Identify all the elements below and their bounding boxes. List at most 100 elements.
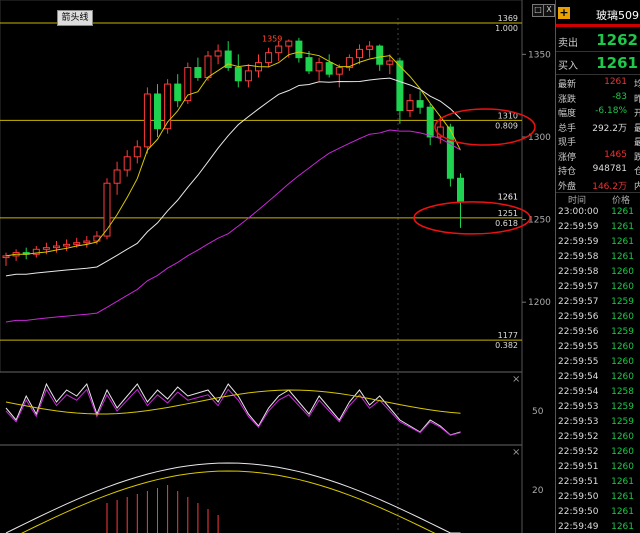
candle-body <box>73 242 81 245</box>
indicator1-axis-label: 50 <box>532 407 544 417</box>
stat-label: 总手 <box>558 123 577 134</box>
macd-line <box>5 462 461 533</box>
tick-time: 22:59:54 <box>558 372 599 382</box>
tick-price: 1261 <box>611 237 634 247</box>
stat-extra-label: 最 <box>634 121 640 134</box>
tick-time: 22:59:56 <box>558 327 599 337</box>
tick-row: 22:59:53 1259 <box>556 417 640 431</box>
tick-price: 1259 <box>611 297 634 307</box>
stat-row: 涨跌 -83 昨 <box>556 92 640 106</box>
tick-time: 22:59:58 <box>558 252 599 262</box>
tick-row: 22:59:55 1260 <box>556 357 640 371</box>
candle-body <box>53 245 60 249</box>
quote-panel: + 玻璃509(F 卖出 1262 买入 1261 最新 1261 均涨跌 -83 昨幅… <box>555 0 640 533</box>
tick-time: 22:59:54 <box>558 387 599 397</box>
stat-row: 涨停 1465 跌 <box>556 150 640 164</box>
contract-name: 玻璃509(F <box>596 9 640 22</box>
stat-label: 涨停 <box>558 152 577 163</box>
stat-row: 幅度 -6.18% 开 <box>556 106 640 120</box>
tick-header-price: 价格 <box>612 196 631 206</box>
buy-label: 买入 <box>558 61 578 72</box>
candle-body <box>234 67 242 82</box>
fib-ratio-label: 0.809 <box>495 121 518 130</box>
tick-row: 22:59:51 1260 <box>556 462 640 476</box>
stat-extra-label: 跌 <box>634 150 640 163</box>
tick-time: 22:59:50 <box>558 507 599 517</box>
price-axis-label: 1350 <box>528 50 551 60</box>
stat-value: 1261 <box>604 77 627 87</box>
candle-body <box>42 247 50 250</box>
kline-chart-area[interactable]: 1350 1300 1250 1200 1369 1.000 1310 0.809 1251 0.… <box>0 0 555 533</box>
fib-price-label: 1177 <box>498 331 518 340</box>
tick-price: 1259 <box>611 327 634 337</box>
candle-body <box>386 60 394 65</box>
candle-body <box>335 67 343 75</box>
candle-body <box>305 57 313 72</box>
tick-time: 22:59:49 <box>558 522 599 532</box>
last-price-tag: 1261 <box>498 192 518 201</box>
stat-label: 持仓 <box>558 167 577 177</box>
tick-time: 23:00:00 <box>558 207 599 217</box>
divider <box>556 51 640 52</box>
tick-time: 22:59:59 <box>558 237 599 247</box>
candle-body <box>325 62 333 75</box>
candle-body <box>214 50 222 57</box>
tick-time: 22:59:58 <box>558 267 599 277</box>
tick-row: 22:59:59 1261 <box>556 222 640 236</box>
price-axis-label: 1200 <box>528 298 551 308</box>
tick-row: 22:59:57 1260 <box>556 282 640 296</box>
buy-price: 1261 <box>596 54 638 72</box>
fib-price-label: 1369 <box>498 14 518 23</box>
stat-value: 948781 <box>592 164 627 174</box>
tick-price: 1260 <box>611 432 634 442</box>
stat-extra-label: 最 <box>634 135 640 148</box>
draw-tool-label[interactable]: 箭头线段 <box>57 10 93 37</box>
candle-body <box>457 177 464 202</box>
tick-price: 1260 <box>611 267 634 277</box>
fib-price-label: 1251 <box>498 209 518 218</box>
tick-time: 22:59:53 <box>558 402 599 412</box>
buy-row[interactable]: 买入 1261 <box>556 53 640 73</box>
candle-body <box>244 70 252 82</box>
stat-extra-label: 仓 <box>634 164 640 177</box>
candle-body <box>204 55 212 78</box>
candle-body <box>2 255 10 259</box>
add-icon[interactable]: + <box>558 7 570 19</box>
tick-price: 1261 <box>611 207 634 217</box>
fib-ratio-label: 1.000 <box>495 24 518 33</box>
tick-row: 22:59:58 1261 <box>556 252 640 266</box>
stat-value: 146.2万 <box>592 181 627 192</box>
tick-price: 1261 <box>611 477 634 487</box>
candle-body <box>275 45 283 54</box>
close-window-button[interactable]: X <box>543 4 555 17</box>
candle-body <box>83 240 91 244</box>
indicator1-close-icon: × <box>512 374 520 385</box>
tick-time: 22:59:50 <box>558 492 599 502</box>
candle-body <box>113 169 121 184</box>
tick-row: 22:59:56 1259 <box>556 327 640 341</box>
tick-row: 22:59:57 1259 <box>556 297 640 311</box>
signal-line <box>21 470 436 533</box>
sell-row[interactable]: 卖出 1262 <box>556 30 640 50</box>
tick-time: 22:59:51 <box>558 477 599 487</box>
tick-row: 22:59:56 1260 <box>556 312 640 326</box>
candle-body <box>123 156 131 171</box>
indicator2-close-icon: × <box>512 447 520 458</box>
stat-label: 最新 <box>558 80 577 90</box>
tick-time: 22:59:52 <box>558 432 599 442</box>
stat-extra-label: 开 <box>634 106 640 119</box>
tick-row: 23:00:00 1261 <box>556 207 640 221</box>
tick-header: 时间 价格 <box>556 193 640 206</box>
tick-row: 22:59:50 1261 <box>556 492 640 506</box>
stat-extra-label: 内 <box>634 179 640 192</box>
ma5-line <box>5 51 461 257</box>
stat-label: 外盘 <box>558 181 577 192</box>
sell-price: 1262 <box>596 31 638 49</box>
stat-extra-label: 均 <box>634 77 640 90</box>
tick-row: 22:59:51 1261 <box>556 477 640 491</box>
tick-row: 22:59:52 1260 <box>556 447 640 461</box>
stat-row: 现手 最 <box>556 135 640 149</box>
fib-ratio-label: 0.618 <box>495 219 518 228</box>
tick-row: 22:59:49 1261 <box>556 522 640 533</box>
kline-chart[interactable]: 135013001250120013691.00013100.80912510.… <box>0 0 555 533</box>
